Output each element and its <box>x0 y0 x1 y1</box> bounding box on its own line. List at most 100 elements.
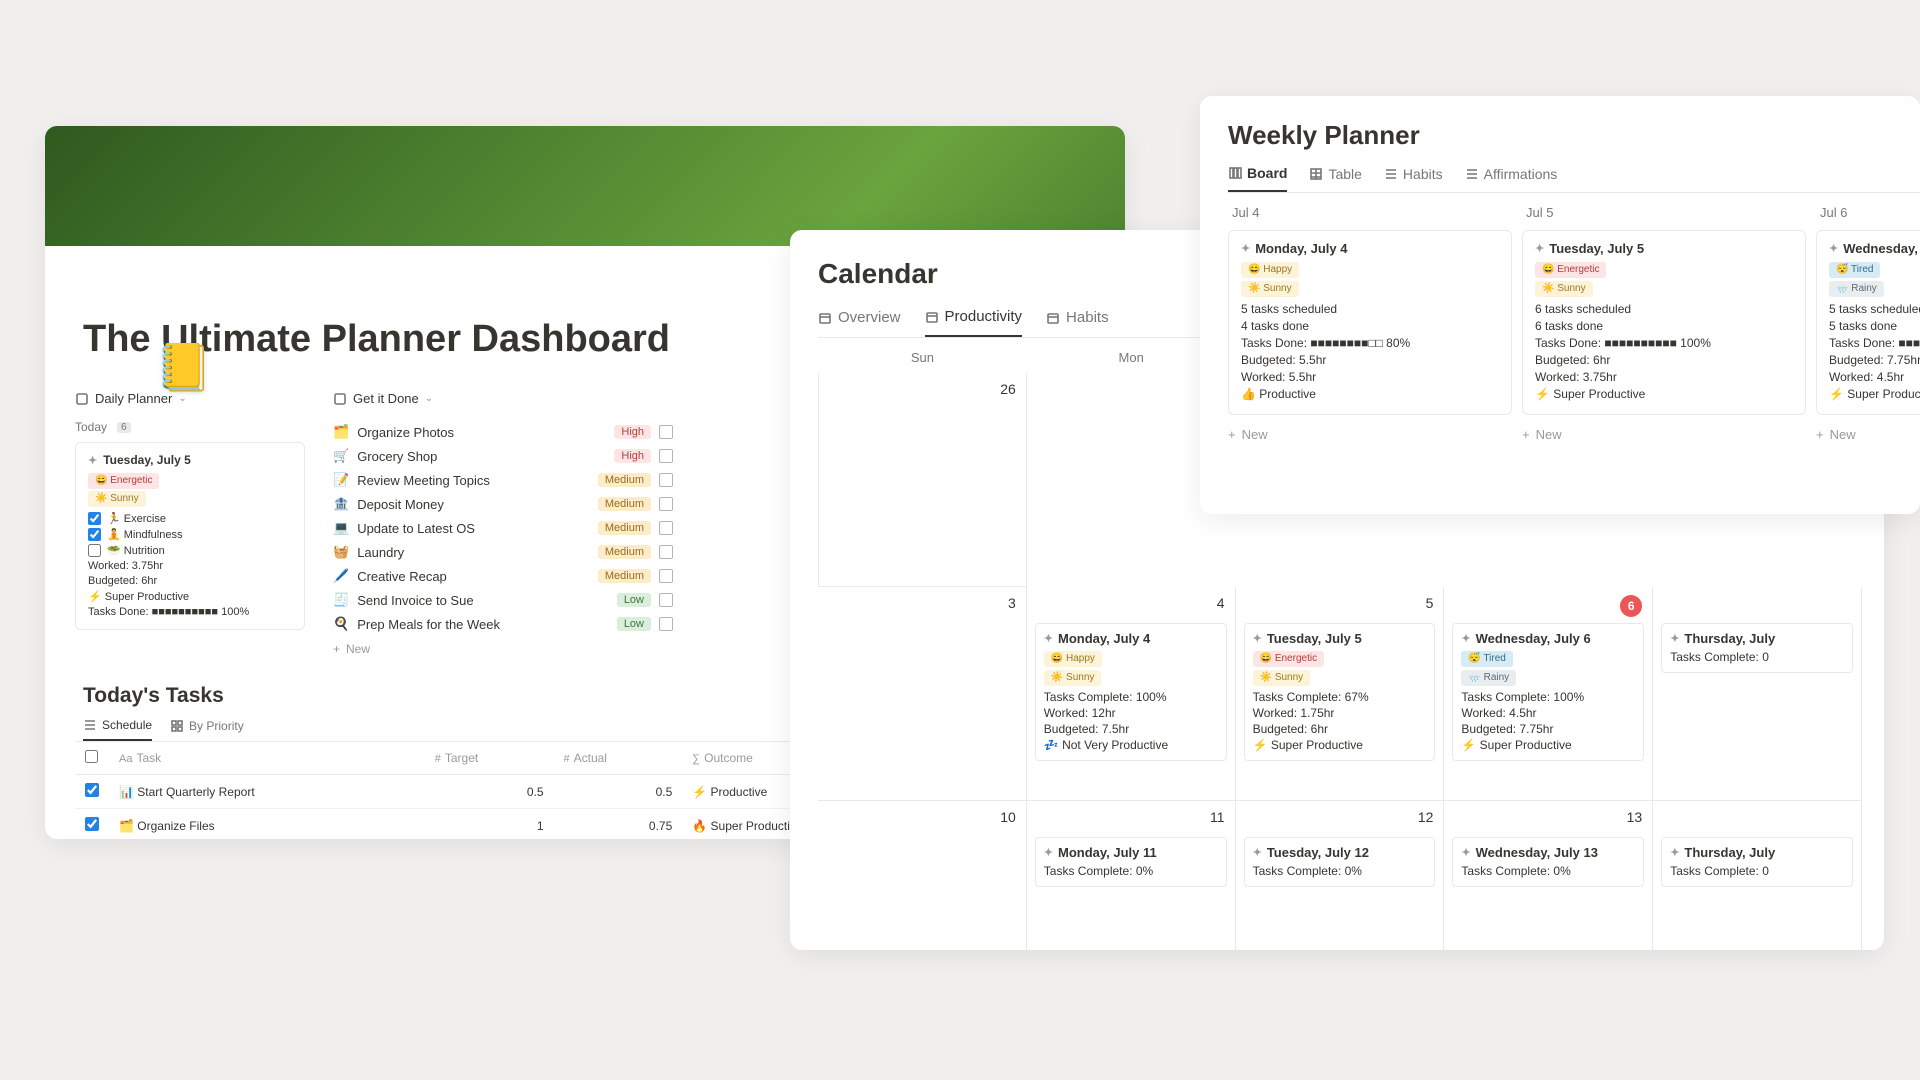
task-item[interactable]: 🛒Grocery ShopHigh <box>333 444 673 468</box>
task-checkbox[interactable] <box>659 545 673 559</box>
calendar-entry[interactable]: ✦Wednesday, July 6😴 Tired🌧️ RainyTasks C… <box>1452 623 1644 761</box>
weekly-date: Jul 5 <box>1526 205 1806 220</box>
card-heading: Monday, July 4 <box>1255 241 1347 256</box>
entry-heading: Tuesday, July 12 <box>1267 845 1369 860</box>
today-card-heading: Tuesday, July 5 <box>103 453 191 467</box>
task-checkbox[interactable] <box>659 425 673 439</box>
task-item[interactable]: 🖊️Creative RecapMedium <box>333 564 673 588</box>
new-card-button[interactable]: +New <box>1522 427 1806 442</box>
card-line: 5 tasks scheduled <box>1241 302 1499 316</box>
task-label: Deposit Money <box>357 497 444 512</box>
calendar-cell[interactable]: 10 <box>818 801 1027 950</box>
task-item[interactable]: 🍳Prep Meals for the WeekLow <box>333 612 673 636</box>
calendar-cell[interactable]: 13✦Wednesday, July 13Tasks Complete: 0% <box>1444 801 1653 950</box>
entry-line: Worked: 4.5hr <box>1461 706 1635 720</box>
tab-affirmations[interactable]: Affirmations <box>1465 165 1558 192</box>
new-card-button[interactable]: +New <box>1816 427 1920 442</box>
weather-pill: ☀️ Sunny <box>1253 670 1311 686</box>
calendar-cell[interactable]: 4 ✦Monday, July 4😄 Happy☀️ SunnyTasks Com… <box>1027 587 1236 801</box>
entry-line: Tasks Complete: 67% <box>1253 690 1427 704</box>
today-card[interactable]: ✦Tuesday, July 5 😄 Energetic ☀️ Sunny 🏃 … <box>75 442 305 630</box>
habit-row[interactable]: 🥗 Nutrition <box>88 544 292 557</box>
list-icon <box>1465 167 1479 181</box>
task-checkbox[interactable] <box>659 497 673 511</box>
calendar-cell[interactable]: 11✦Monday, July 11Tasks Complete: 0% <box>1027 801 1236 950</box>
layout-icon <box>333 392 347 406</box>
list-icon <box>83 718 97 732</box>
task-item[interactable]: 🗂️Organize PhotosHigh <box>333 420 673 444</box>
task-checkbox[interactable] <box>659 449 673 463</box>
calendar-entry[interactable]: ✦Thursday, JulyTasks Complete: 0 <box>1661 837 1853 887</box>
weekly-card[interactable]: ✦Monday, July 4 😄 Happy☀️ Sunny5 tasks s… <box>1228 230 1512 415</box>
entry-line: Tasks Complete: 0 <box>1670 650 1844 664</box>
task-emoji: 🧺 <box>333 544 349 560</box>
task-item[interactable]: 🧺LaundryMedium <box>333 540 673 564</box>
day-number: 6 <box>1620 595 1642 617</box>
tab-by-priority[interactable]: By Priority <box>170 718 244 741</box>
calendar-entry[interactable]: ✦Monday, July 4😄 Happy☀️ SunnyTasks Comp… <box>1035 623 1227 761</box>
priority-badge: High <box>614 425 651 439</box>
worked-line: Worked: 3.75hr <box>88 560 292 572</box>
calendar-entry[interactable]: ✦Tuesday, July 12Tasks Complete: 0% <box>1244 837 1436 887</box>
task-checkbox[interactable] <box>659 617 673 631</box>
card-line: Tasks Done: ■■■■■■■■□□ 80% <box>1241 336 1499 350</box>
calendar-cell[interactable]: 26 <box>818 373 1027 587</box>
select-all-checkbox[interactable] <box>85 750 98 763</box>
calendar-entry[interactable]: ✦Tuesday, July 5😄 Energetic☀️ SunnyTasks… <box>1244 623 1436 761</box>
habit-checkbox[interactable] <box>88 528 101 541</box>
calendar-entry[interactable]: ✦Monday, July 11Tasks Complete: 0% <box>1035 837 1227 887</box>
habit-checkbox[interactable] <box>88 512 101 525</box>
sparkle-icon: ✦ <box>1241 242 1250 255</box>
row-checkbox[interactable] <box>85 783 99 797</box>
task-label: Creative Recap <box>357 569 447 584</box>
task-checkbox[interactable] <box>659 473 673 487</box>
get-it-done-select[interactable]: Get it Done ⌄ <box>333 391 673 406</box>
tab-habits-weekly[interactable]: Habits <box>1384 165 1443 192</box>
tab-productivity[interactable]: Productivity <box>925 308 1023 337</box>
entry-heading: Monday, July 4 <box>1058 631 1150 646</box>
habit-row[interactable]: 🏃 Exercise <box>88 512 292 525</box>
task-item[interactable]: 💻Update to Latest OSMedium <box>333 516 673 540</box>
mood-pill: 😴 Tired <box>1829 262 1880 278</box>
board-icon <box>1228 166 1242 180</box>
day-number: 4 <box>1217 595 1225 611</box>
card-heading: Tuesday, July 5 <box>1549 241 1644 256</box>
weekly-title: Weekly Planner <box>1228 120 1920 151</box>
calendar-cell[interactable]: ✦Thursday, JulyTasks Complete: 0 <box>1653 587 1862 801</box>
card-line: Worked: 4.5hr <box>1829 370 1920 384</box>
cell-actual: 0.75 <box>554 809 683 840</box>
sparkle-icon: ✦ <box>1461 846 1470 859</box>
calendar-cell[interactable]: 3 <box>818 587 1027 801</box>
task-checkbox[interactable] <box>659 521 673 535</box>
task-checkbox[interactable] <box>659 593 673 607</box>
calendar-cell[interactable]: 12✦Tuesday, July 12Tasks Complete: 0% <box>1236 801 1445 950</box>
weather-pill: ☀️ Sunny <box>1535 281 1593 297</box>
weekly-card[interactable]: ✦Tuesday, July 5 😄 Energetic☀️ Sunny6 ta… <box>1522 230 1806 415</box>
tab-habits[interactable]: Habits <box>1046 308 1109 337</box>
habit-row[interactable]: 🧘 Mindfulness <box>88 528 292 541</box>
calendar-cell[interactable]: 6 ✦Wednesday, July 6😴 Tired🌧️ RainyTasks … <box>1444 587 1653 801</box>
card-line: Budgeted: 7.75hr <box>1829 353 1920 367</box>
entry-heading: Tuesday, July 5 <box>1267 631 1362 646</box>
habit-checkbox[interactable] <box>88 544 101 557</box>
task-item[interactable]: 🏦Deposit MoneyMedium <box>333 492 673 516</box>
page-icon[interactable]: 📒 <box>155 340 212 395</box>
weekly-card[interactable]: ✦Wednesday, July 😴 Tired🌧️ Rainy5 tasks … <box>1816 230 1920 415</box>
new-card-button[interactable]: +New <box>1228 427 1512 442</box>
calendar-cell[interactable]: 5✦Tuesday, July 5😄 Energetic☀️ SunnyTask… <box>1236 587 1445 801</box>
row-checkbox[interactable] <box>85 817 99 831</box>
tab-overview[interactable]: Overview <box>818 308 901 337</box>
tab-table[interactable]: Table <box>1309 165 1361 192</box>
calendar-entry[interactable]: ✦Wednesday, July 13Tasks Complete: 0% <box>1452 837 1644 887</box>
calendar-entry[interactable]: ✦Thursday, JulyTasks Complete: 0 <box>1661 623 1853 673</box>
task-item[interactable]: 🧾Send Invoice to SueLow <box>333 588 673 612</box>
task-item[interactable]: 📝Review Meeting TopicsMedium <box>333 468 673 492</box>
tab-schedule[interactable]: Schedule <box>83 718 152 741</box>
calendar-cell[interactable]: ✦Thursday, JulyTasks Complete: 0 <box>1653 801 1862 950</box>
new-label: New <box>346 642 370 656</box>
new-task-button[interactable]: +New <box>333 642 673 656</box>
tab-board[interactable]: Board <box>1228 165 1287 192</box>
mood-pill: 😄 Happy <box>1241 262 1299 278</box>
weather-pill: 🌧️ Rainy <box>1829 281 1884 297</box>
task-checkbox[interactable] <box>659 569 673 583</box>
